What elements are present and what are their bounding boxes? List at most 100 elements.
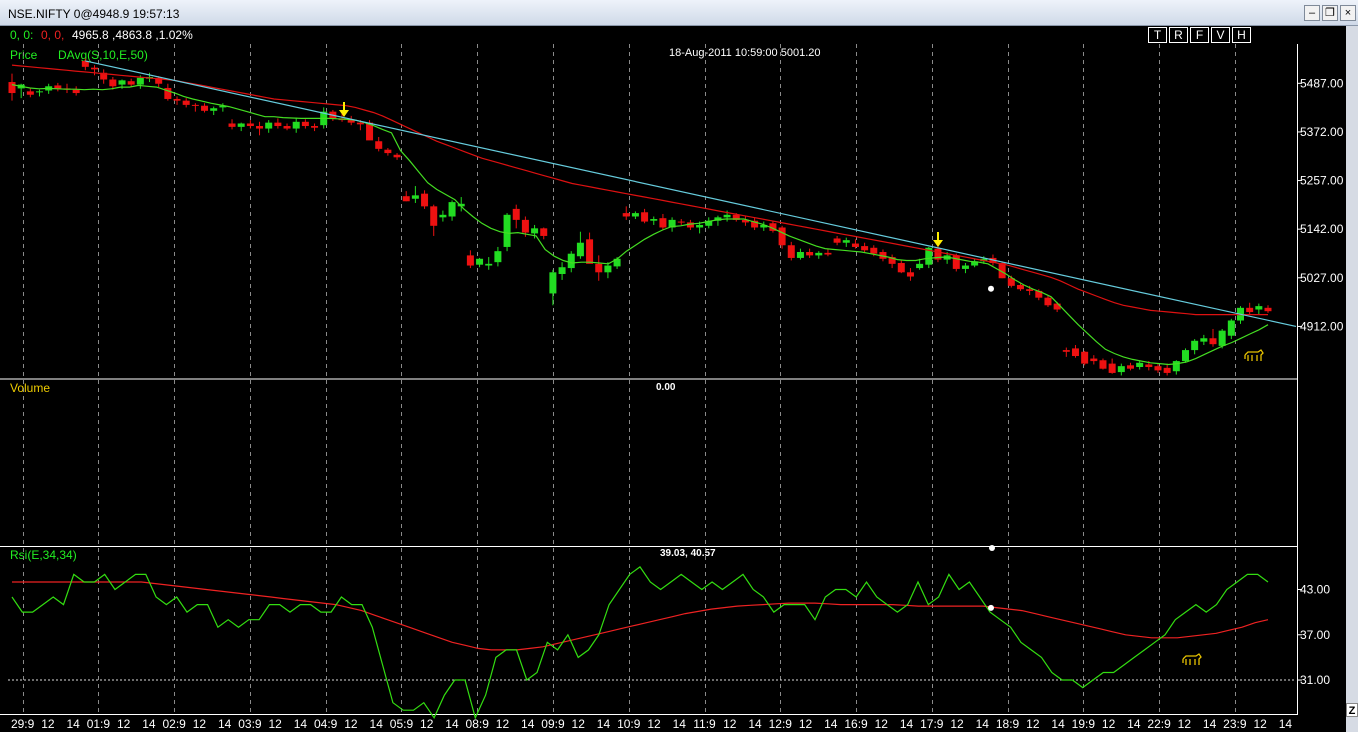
candle-up — [1255, 306, 1263, 310]
candle-up — [439, 214, 447, 218]
candle-up — [1136, 362, 1144, 368]
x-tick-label: 12 — [647, 717, 661, 731]
x-tick-label: 14 — [976, 717, 990, 731]
x-tick-label: 12 — [950, 717, 964, 731]
right-scroll-strip[interactable] — [1346, 26, 1358, 732]
candle-down — [952, 255, 960, 269]
candle-down — [1016, 284, 1024, 290]
candle-down — [1154, 366, 1162, 371]
x-tick-label: 12 — [344, 717, 358, 731]
ma-slow-line — [11, 64, 1268, 316]
candle-up — [1218, 330, 1226, 346]
candle-up — [476, 258, 484, 265]
x-tick-label: 14 — [521, 717, 535, 731]
zoom-button[interactable]: Z — [1346, 703, 1358, 717]
candle-down — [677, 221, 685, 223]
candle-down — [283, 126, 291, 129]
candle-down — [311, 126, 319, 128]
candle-up — [210, 108, 218, 111]
candle-down — [1246, 307, 1254, 313]
candle-down — [375, 141, 383, 149]
x-tick-label: 12 — [420, 717, 434, 731]
candle-up — [136, 77, 144, 85]
candle-down — [1053, 303, 1061, 310]
candle-down — [787, 245, 795, 258]
price-tick-label: 5027.00 — [1300, 271, 1344, 285]
candle-down — [109, 79, 117, 87]
candle-down — [861, 246, 869, 251]
candle-down — [8, 82, 16, 94]
candle-down — [1264, 307, 1272, 312]
candle-up — [1117, 366, 1125, 373]
candle-down — [402, 196, 410, 202]
candle-up — [604, 265, 612, 273]
candle-down — [641, 212, 649, 222]
candle-up — [796, 252, 804, 258]
cursor-marker — [988, 285, 994, 292]
candle-up — [448, 202, 456, 217]
candle-down — [1090, 358, 1098, 362]
price-tick-label: 5372.00 — [1300, 125, 1344, 139]
candle-down — [851, 243, 859, 247]
candle-down — [182, 100, 190, 105]
candle-up — [265, 122, 273, 129]
x-tick-label: 18:9 — [996, 717, 1020, 731]
candle-up — [1181, 350, 1189, 362]
candle-down — [870, 247, 878, 254]
candle-down — [228, 123, 236, 127]
candle-down — [201, 105, 209, 111]
candle-up — [723, 214, 731, 218]
candle-down — [1163, 367, 1171, 373]
x-tick-label: 12 — [193, 717, 207, 731]
x-tick-label: 19:9 — [1072, 717, 1096, 731]
x-tick-label: 14 — [1051, 717, 1065, 731]
candle-down — [256, 126, 264, 129]
x-tick-label: 11:9 — [693, 717, 716, 731]
candle-down — [521, 219, 529, 233]
candle-down — [1081, 351, 1089, 364]
price-tick-label: 5142.00 — [1300, 222, 1344, 236]
x-tick-label: 14 — [900, 717, 914, 731]
candle-down — [26, 91, 34, 95]
x-tick-label: 23:9 — [1223, 717, 1247, 731]
candle-down — [1071, 348, 1079, 357]
candle-down — [274, 122, 282, 127]
x-tick-label: 14 — [1203, 717, 1217, 731]
x-tick-label: 16:9 — [844, 717, 868, 731]
cursor-marker-rsi-top — [989, 545, 995, 551]
candle-down — [1044, 297, 1052, 306]
candle-down — [173, 98, 181, 101]
candle-up — [1227, 320, 1235, 336]
candle-down — [1145, 364, 1153, 368]
cursor-marker-rsi — [988, 604, 994, 611]
chart-canvas[interactable]: 29:9 12 14 01:9 12 14 02:9 12 14 03:9 12 14 04:9 12 14… — [0, 0, 1358, 732]
sell-arrow-2-head — [933, 240, 943, 247]
x-tick-label: 05:9 — [390, 717, 414, 731]
candle-up — [494, 251, 502, 263]
candle-down — [421, 193, 429, 207]
candle-up — [567, 253, 575, 269]
x-tick-label: 01:9 — [87, 717, 111, 731]
candle-down — [906, 272, 914, 277]
candle-up — [531, 228, 539, 234]
trendline — [85, 60, 1297, 328]
candle-down — [430, 206, 438, 226]
candle-down — [466, 255, 474, 266]
price-tick-label: 5257.00 — [1300, 174, 1344, 188]
candle-up — [1200, 338, 1208, 342]
candle-up — [485, 263, 493, 266]
ma-fast-line — [11, 84, 1269, 366]
x-tick-label: 14 — [142, 717, 156, 731]
rsi-tick-label: 31.00 — [1300, 673, 1330, 687]
candle-up — [1191, 340, 1199, 351]
rsi-line — [11, 566, 1269, 720]
candle-down — [595, 263, 603, 273]
x-tick-label: 12 — [1178, 717, 1192, 731]
candle-down — [91, 67, 99, 70]
x-tick-label: 09:9 — [541, 717, 565, 731]
candle-up — [576, 242, 584, 257]
x-tick-label: 14 — [1127, 717, 1141, 731]
candle-up — [842, 240, 850, 243]
candle-down — [778, 227, 786, 246]
x-tick-label: 12 — [496, 717, 510, 731]
